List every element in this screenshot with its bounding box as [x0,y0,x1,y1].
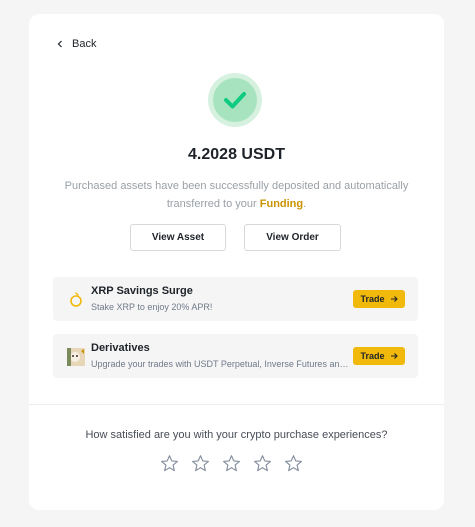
trade-label: Trade [360,294,385,304]
arrow-right-icon [390,296,398,302]
promo-description: Stake XRP to enjoy 20% APR! [91,302,213,312]
survey-question: How satisfied are you with your crypto p… [85,429,388,441]
purchase-amount: 4.2028 USDT [188,146,285,163]
success-message-end: . [303,198,307,210]
divider [29,404,444,405]
back-label: Back [72,38,97,50]
back-button[interactable]: Back [56,38,96,50]
success-message-text: Purchased assets have been successfully … [64,180,409,210]
star-icon[interactable] [284,454,303,473]
star-rating [160,454,303,473]
success-check-icon [208,73,262,127]
star-icon[interactable] [253,454,272,473]
promo-card-xrp[interactable]: XRP Savings Surge Stake XRP to enjoy 20%… [53,277,418,321]
trade-button[interactable]: Trade [353,347,405,365]
chevron-left-icon [57,40,62,48]
view-asset-button[interactable]: View Asset [130,224,226,251]
xrp-coin-icon [67,291,85,309]
view-order-button[interactable]: View Order [244,224,341,251]
promo-card-derivatives[interactable]: Derivatives Upgrade your trades with USD… [53,334,418,378]
funding-link[interactable]: Funding [260,198,303,210]
star-icon[interactable] [222,454,241,473]
trade-label: Trade [360,351,385,361]
promo-title: XRP Savings Surge [91,285,193,297]
derivatives-image-icon [67,348,85,366]
star-icon[interactable] [160,454,179,473]
promo-description: Upgrade your trades with USDT Perpetual,… [91,359,349,369]
trade-button[interactable]: Trade [353,290,405,308]
success-message: Purchased assets have been successfully … [57,177,416,213]
purchase-result-card: Back 4.2028 USDT Purchased assets have b… [29,14,444,510]
arrow-right-icon [390,353,398,359]
star-icon[interactable] [191,454,210,473]
promo-title: Derivatives [91,342,150,354]
